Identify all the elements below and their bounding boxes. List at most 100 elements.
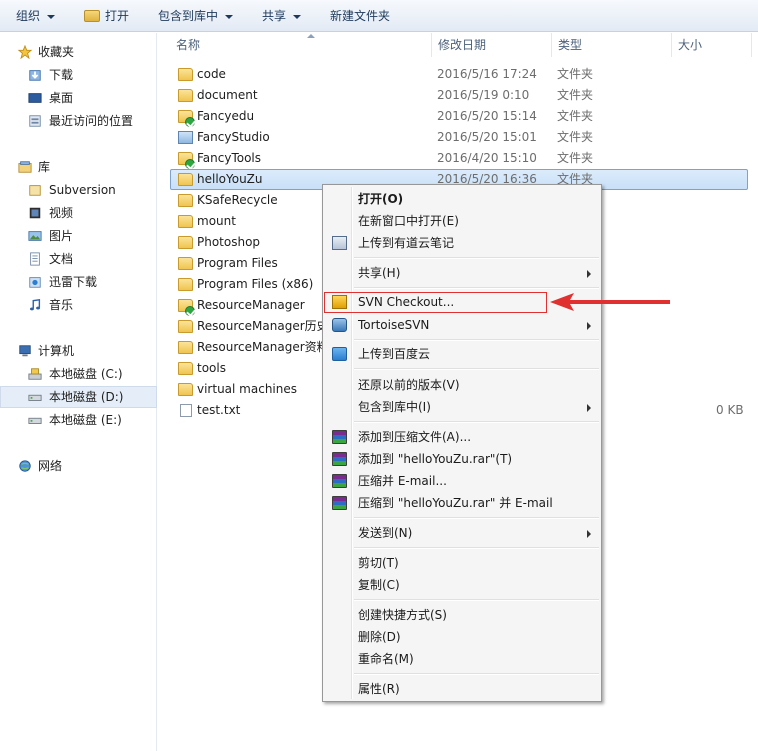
menu-separator [354,287,599,289]
new-folder-button[interactable]: 新建文件夹 [330,0,390,32]
menu-label: 发送到(N) [358,526,413,540]
submenu-arrow-icon [587,530,591,538]
nav-documents[interactable]: 文档 [0,248,157,270]
menu-rename[interactable]: 重命名(M) [325,648,599,670]
annotation-arrow-icon [550,293,670,311]
folder-icon [178,68,193,81]
nav-music[interactable]: 音乐 [0,294,157,316]
nav-favorites[interactable]: 收藏夹 [0,41,157,63]
command-bar: 组织 打开 包含到库中 共享 新建文件夹 [0,0,758,32]
column-type[interactable]: 类型 [552,33,672,57]
open-button[interactable]: 打开 [84,0,129,32]
menu-label: 压缩并 E-mail... [358,474,447,488]
file-name: KSafeRecycle [197,193,278,207]
folder-icon [178,236,193,249]
folder-open-icon [84,9,100,22]
nav-downloads[interactable]: 下载 [0,64,157,86]
file-row[interactable]: FancyTools 2016/4/20 15:10 文件夹 [170,148,748,169]
nav-computer[interactable]: 计算机 [0,340,157,362]
drive-icon [28,394,42,401]
submenu-arrow-icon [587,404,591,412]
include-in-library-label: 包含到库中 [158,9,219,23]
menu-open[interactable]: 打开(O) [325,188,599,210]
column-date[interactable]: 修改日期 [432,33,552,57]
menu-separator [354,421,599,423]
file-row[interactable]: FancyStudio 2016/5/20 15:01 文件夹 [170,127,748,148]
network-icon [19,460,31,472]
menu-add-archive[interactable]: 添加到压缩文件(A)... [325,426,599,448]
column-size[interactable]: 大小 [672,33,752,57]
file-row[interactable]: ResourceManager历史 [170,316,322,337]
menu-restore-versions[interactable]: 还原以前的版本(V) [325,374,599,396]
library-icon [18,161,32,173]
folder-icon [178,173,193,186]
winrar-icon [332,452,347,466]
file-name: Program Files (x86) [197,277,314,291]
menu-copy[interactable]: 复制(C) [325,574,599,596]
include-in-library-button[interactable]: 包含到库中 [158,0,234,32]
nav-label: 文档 [49,252,74,266]
file-row[interactable]: ResourceManager资料 [170,337,322,358]
menu-open-new-window[interactable]: 在新窗口中打开(E) [325,210,599,232]
menu-send-to[interactable]: 发送到(N) [325,522,599,544]
organize-button[interactable]: 组织 [16,0,56,32]
download-folder-icon [29,70,41,81]
file-name: mount [197,214,236,228]
computer-icon [19,345,31,357]
menu-add-to-rar[interactable]: 添加到 "helloYouZu.rar"(T) [325,448,599,470]
menu-label: 删除(D) [358,630,401,644]
file-date: 2016/4/20 15:10 [437,151,537,165]
menu-delete[interactable]: 删除(D) [325,626,599,648]
nav-libraries[interactable]: 库 [0,156,157,178]
menu-tortoisesvn[interactable]: TortoiseSVN [325,314,599,336]
menu-label: 上传到有道云笔记 [358,236,455,250]
nav-pictures[interactable]: 图片 [0,225,157,247]
menu-label: 重命名(M) [358,652,414,666]
menu-label: 创建快捷方式(S) [358,608,447,622]
column-name[interactable]: 名称 [170,33,432,57]
file-type: 文件夹 [557,67,594,81]
baidu-cloud-icon [332,347,347,361]
menu-upload-youdao[interactable]: 上传到有道云笔记 [325,232,599,254]
nav-recent[interactable]: 最近访问的位置 [0,110,157,132]
share-button[interactable]: 共享 [262,0,302,32]
folder-icon [178,89,193,102]
file-name: document [197,88,258,102]
file-name: virtual machines [197,382,298,396]
menu-upload-baidu[interactable]: 上传到百度云 [325,343,599,365]
nav-label: 网络 [38,459,63,473]
menu-share[interactable]: 共享(H) [325,262,599,284]
menu-properties[interactable]: 属性(R) [325,678,599,700]
file-name: ResourceManager资料 [197,340,322,354]
nav-label: 计算机 [38,344,75,358]
menu-cut[interactable]: 剪切(T) [325,552,599,574]
nav-label: 本地磁盘 (C:) [49,367,123,381]
file-row[interactable]: document 2016/5/19 0:10 文件夹 [170,85,748,106]
file-row[interactable]: code 2016/5/16 17:24 文件夹 [170,64,748,85]
nav-desktop[interactable]: 桌面 [0,87,157,109]
file-date: 2016/5/20 15:14 [437,109,537,123]
menu-separator [354,368,599,370]
nav-drive-e[interactable]: 本地磁盘 (E:) [0,409,157,431]
menu-include-library[interactable]: 包含到库中(I) [325,396,599,418]
nav-xunlei[interactable]: 迅雷下载 [0,271,157,293]
organize-label: 组织 [16,9,41,23]
menu-create-shortcut[interactable]: 创建快捷方式(S) [325,604,599,626]
nav-network[interactable]: 网络 [0,455,157,477]
drive-icon [28,417,42,424]
nav-label: 下载 [49,68,74,82]
nav-videos[interactable]: 视频 [0,202,157,224]
file-row[interactable]: Fancyedu 2016/5/20 15:14 文件夹 [170,106,748,127]
open-label: 打开 [105,9,130,23]
nav-drive-c[interactable]: 本地磁盘 (C:) [0,363,157,385]
menu-compress-email[interactable]: 压缩并 E-mail... [325,470,599,492]
folder-icon [178,383,193,396]
menu-compress-rar-email[interactable]: 压缩到 "helloYouZu.rar" 并 E-mail [325,492,599,514]
menu-separator [354,339,599,341]
nav-subversion[interactable]: Subversion [0,179,157,201]
file-date: 2016/5/19 0:10 [437,88,530,102]
context-menu: 打开(O) 在新窗口中打开(E) 上传到有道云笔记 共享(H) SVN Chec… [322,184,602,702]
nav-drive-d[interactable]: 本地磁盘 (D:) [0,386,157,408]
menu-label: 共享(H) [358,266,401,280]
picture-icon [28,231,42,241]
